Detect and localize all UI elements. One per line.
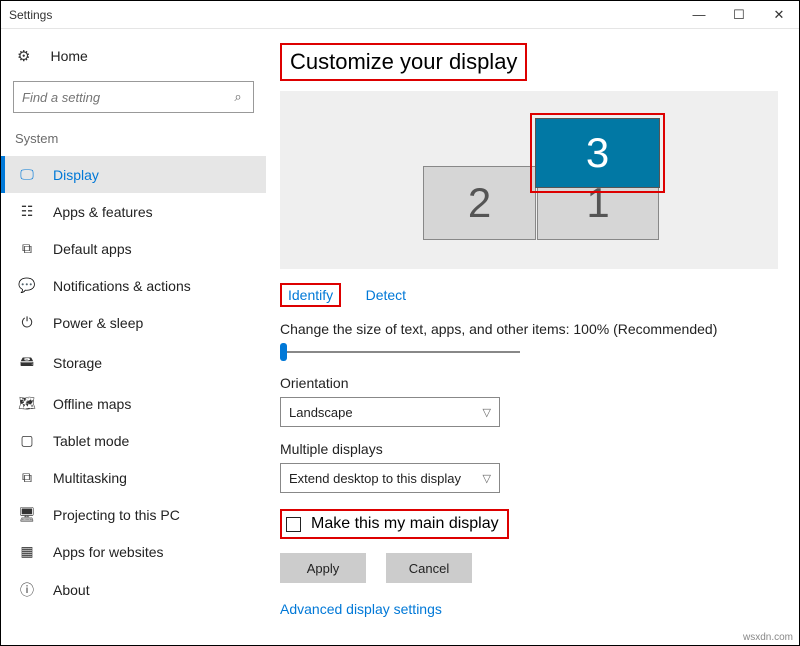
power-icon: ⏻	[15, 314, 39, 331]
search-icon: ⌕	[223, 89, 253, 105]
map-icon: 🗺	[15, 395, 39, 412]
search-box[interactable]: ⌕	[13, 81, 254, 113]
main-display-checkbox-label: Make this my main display	[311, 515, 499, 533]
nav-label: Offline maps	[53, 396, 131, 412]
chevron-down-icon: ▽	[483, 406, 491, 419]
sidebar-item-projecting[interactable]: 🖥 Projecting to this PC	[1, 496, 266, 533]
nav-label: Storage	[53, 355, 102, 371]
title-bar: Settings — ☐ ✕	[1, 1, 799, 29]
nav-label: About	[53, 582, 90, 598]
nav-label: Apps & features	[53, 204, 153, 220]
checkbox-icon[interactable]	[286, 517, 301, 532]
sidebar-item-display[interactable]: 🖵 Display	[1, 156, 266, 193]
slider-thumb[interactable]	[280, 343, 287, 361]
home-label: Home	[50, 48, 87, 64]
multiple-displays-value: Extend desktop to this display	[289, 471, 461, 486]
sidebar-item-notifications[interactable]: 💬 Notifications & actions	[1, 267, 266, 304]
page-title: Customize your display	[280, 43, 527, 81]
identify-link[interactable]: Identify	[280, 283, 341, 307]
nav-label: Default apps	[53, 241, 132, 257]
sidebar-item-power-sleep[interactable]: ⏻ Power & sleep	[1, 304, 266, 341]
nav-label: Projecting to this PC	[53, 507, 180, 523]
sidebar-item-about[interactable]: ⓘ About	[1, 570, 266, 610]
advanced-display-settings-link[interactable]: Advanced display settings	[280, 601, 442, 617]
main-panel: Customize your display 2 1 3 Identify De…	[266, 29, 799, 645]
sidebar-item-offline-maps[interactable]: 🗺 Offline maps	[1, 385, 266, 422]
multiple-displays-dropdown[interactable]: Extend desktop to this display ▽	[280, 463, 500, 493]
window-controls: — ☐ ✕	[679, 1, 799, 29]
section-label: System	[1, 127, 266, 156]
watermark: wsxdn.com	[743, 632, 793, 643]
button-row: Apply Cancel	[280, 553, 779, 583]
sidebar-item-default-apps[interactable]: ⧉ Default apps	[1, 230, 266, 267]
display-links: Identify Detect	[280, 283, 779, 307]
gear-icon: ⚙	[17, 47, 30, 65]
sidebar-item-tablet-mode[interactable]: ▢ Tablet mode	[1, 422, 266, 459]
chevron-down-icon: ▽	[483, 472, 491, 485]
sidebar-item-apps-features[interactable]: ☷ Apps & features	[1, 193, 266, 230]
display-arrangement[interactable]: 2 1 3	[280, 91, 778, 269]
list-icon: ☷	[15, 203, 39, 220]
close-button[interactable]: ✕	[759, 1, 799, 29]
orientation-label: Orientation	[280, 375, 779, 391]
minimize-button[interactable]: —	[679, 1, 719, 29]
monitor-3-highlight: 3	[530, 113, 665, 193]
info-icon: ⓘ	[15, 580, 39, 600]
cancel-button[interactable]: Cancel	[386, 553, 472, 583]
window-title: Settings	[9, 8, 52, 22]
nav-label: Display	[53, 167, 99, 183]
detect-link[interactable]: Detect	[360, 285, 412, 305]
apps-websites-icon: ▦	[15, 543, 39, 560]
orientation-dropdown[interactable]: Landscape ▽	[280, 397, 500, 427]
main-display-checkbox-row[interactable]: Make this my main display	[280, 509, 509, 539]
scale-label: Change the size of text, apps, and other…	[280, 321, 779, 337]
monitor-3[interactable]: 3	[535, 118, 660, 188]
multitasking-icon: ⧉	[15, 469, 39, 486]
maximize-button[interactable]: ☐	[719, 1, 759, 29]
default-apps-icon: ⧉	[15, 240, 39, 257]
orientation-value: Landscape	[289, 405, 353, 420]
apply-button[interactable]: Apply	[280, 553, 366, 583]
slider-track	[280, 351, 520, 353]
nav-label: Tablet mode	[53, 433, 129, 449]
display-icon: 🖵	[15, 166, 39, 183]
nav-label: Apps for websites	[53, 544, 164, 560]
multiple-displays-label: Multiple displays	[280, 441, 779, 457]
sidebar: ⚙ Home ⌕ System 🖵 Display ☷ Apps & featu…	[1, 29, 266, 645]
nav-label: Power & sleep	[53, 315, 143, 331]
sidebar-item-apps-websites[interactable]: ▦ Apps for websites	[1, 533, 266, 570]
storage-icon: 🖴	[15, 351, 39, 375]
nav-label: Multitasking	[53, 470, 127, 486]
scale-slider[interactable]	[280, 343, 520, 361]
monitor-2[interactable]: 2	[423, 166, 536, 240]
home-button[interactable]: ⚙ Home	[1, 41, 266, 71]
search-input[interactable]	[14, 90, 223, 105]
sidebar-item-storage[interactable]: 🖴 Storage	[1, 341, 266, 385]
sidebar-item-multitasking[interactable]: ⧉ Multitasking	[1, 459, 266, 496]
tablet-icon: ▢	[15, 432, 39, 449]
projecting-icon: 🖥	[15, 506, 39, 523]
notifications-icon: 💬	[15, 277, 39, 294]
nav-label: Notifications & actions	[53, 278, 191, 294]
